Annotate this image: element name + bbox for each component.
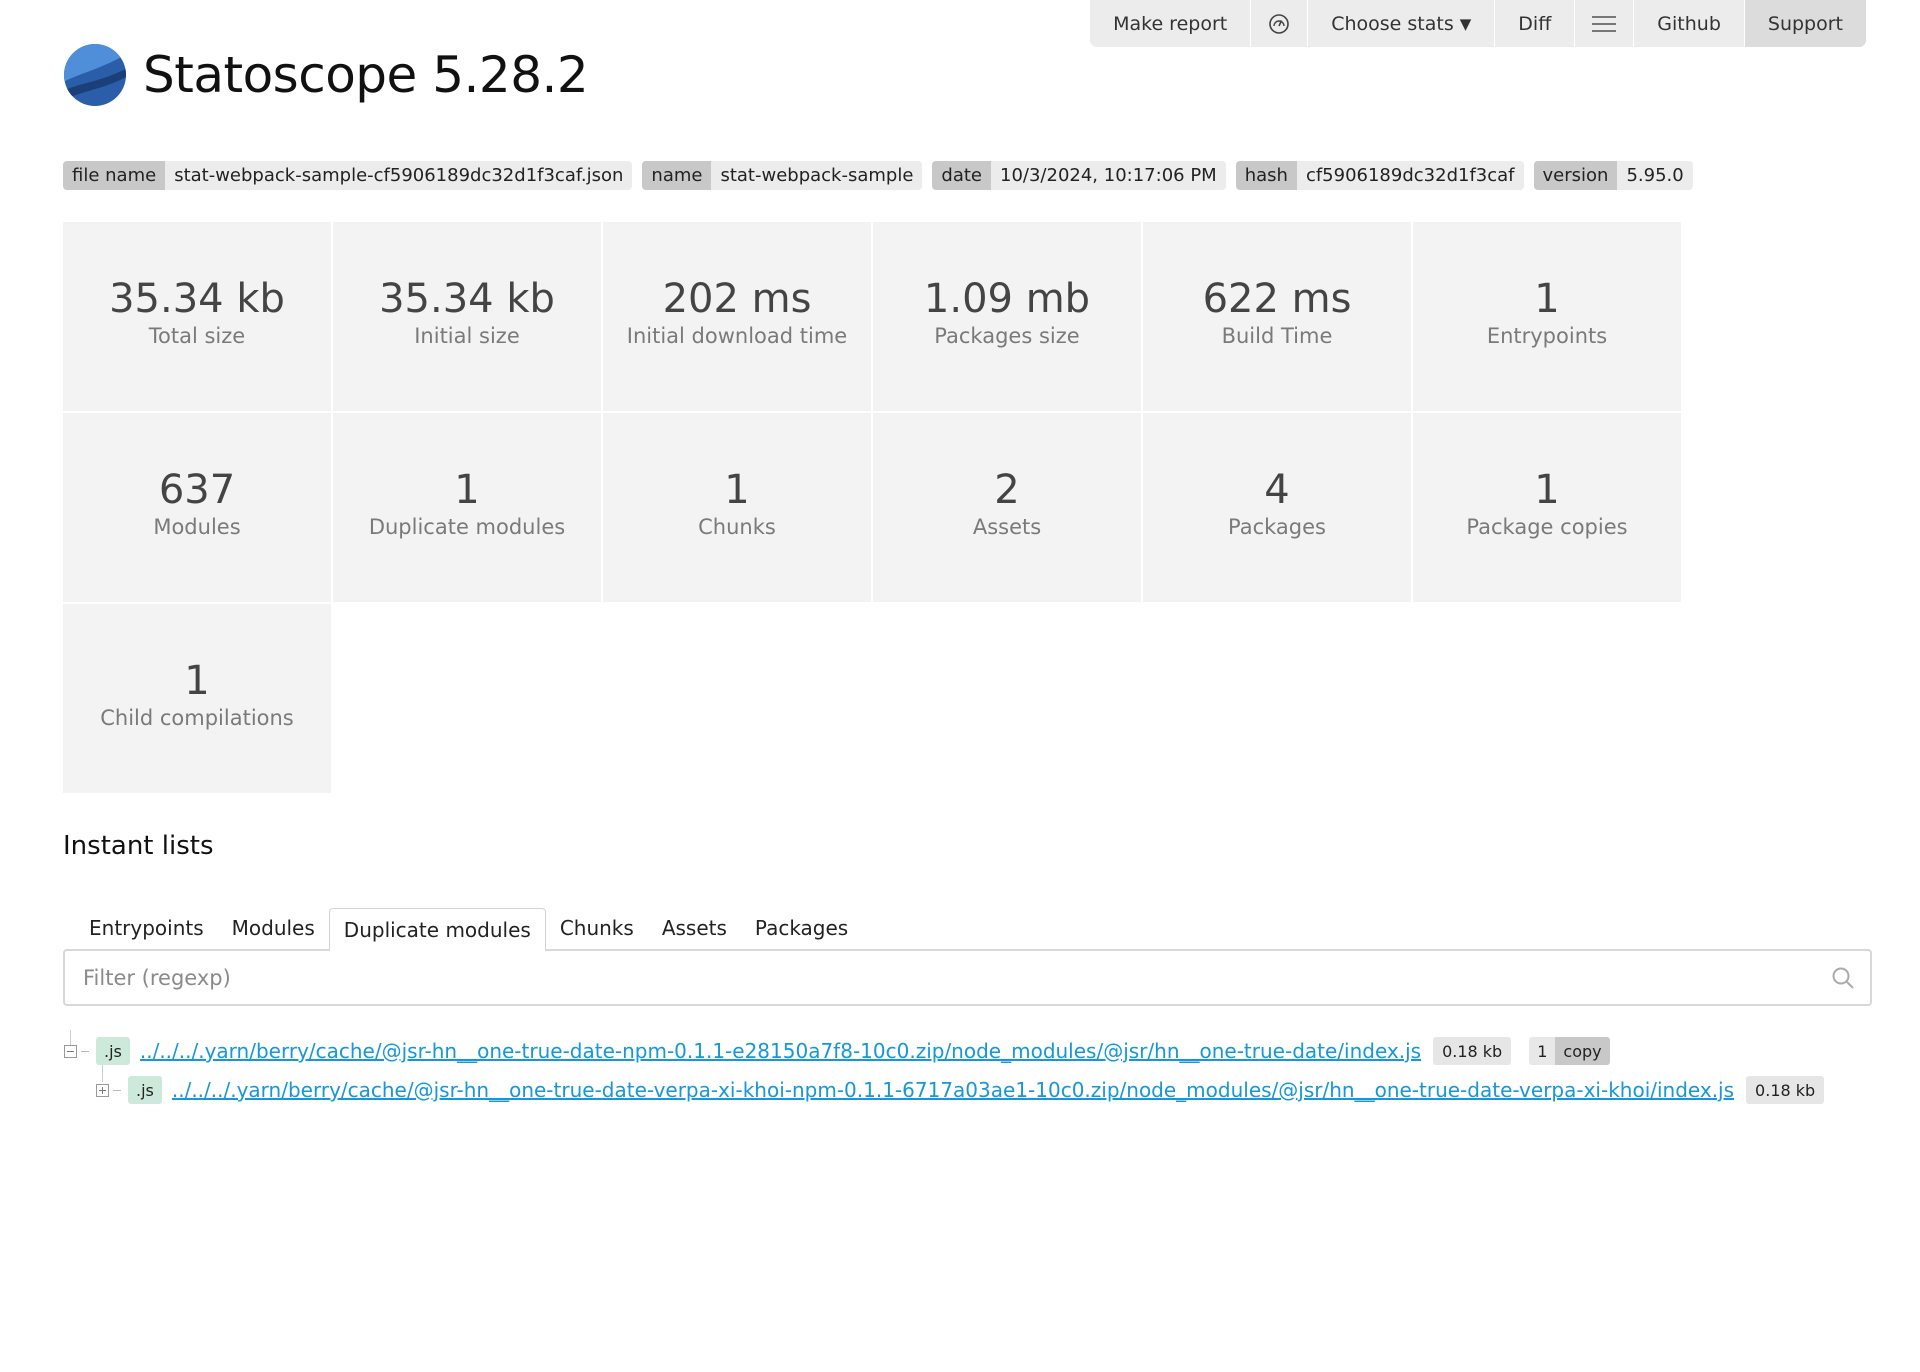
meta-badges: file name stat-webpack-sample-cf5906189d… [63, 161, 1693, 190]
size-badge: 0.18 kb [1746, 1076, 1825, 1104]
stat-label: Modules [153, 515, 241, 539]
diff-button[interactable]: Diff [1494, 0, 1574, 47]
choose-stats-button[interactable]: Choose stats ▼ [1307, 0, 1494, 47]
stat-value: 35.34 kb [109, 276, 285, 322]
stat-value: 35.34 kb [379, 276, 555, 322]
stat-value: 1 [1534, 467, 1560, 513]
page-title: Statoscope 5.28.2 [143, 46, 589, 104]
meta-value: stat-webpack-sample [711, 161, 923, 190]
stat-label: Initial size [414, 324, 520, 348]
tree-row: .js ../../../.yarn/berry/cache/@jsr-hn__… [64, 1036, 1610, 1066]
choose-stats-label: Choose stats [1331, 12, 1454, 35]
stat-label: Child compilations [100, 706, 294, 730]
stat-assets[interactable]: 2 Assets [873, 413, 1141, 602]
size-badge: 0.18 kb [1433, 1037, 1512, 1065]
meta-value: 5.95.0 [1617, 161, 1693, 190]
meta-key: version [1533, 161, 1618, 190]
copy-count: 1 [1529, 1037, 1556, 1065]
meta-value: cf5906189dc32d1f3caf [1296, 161, 1524, 190]
stat-label: Entrypoints [1486, 324, 1608, 348]
caret-down-icon: ▼ [1459, 14, 1472, 33]
top-nav: Make report Choose stats ▼ Diff Github S… [1090, 0, 1866, 47]
tree-row: .js ../../../.yarn/berry/cache/@jsr-hn__… [96, 1075, 1825, 1105]
stat-build-time[interactable]: 622 ms Build Time [1143, 222, 1411, 411]
stat-entrypoints[interactable]: 1 Entrypoints [1413, 222, 1681, 411]
stat-total-size[interactable]: 35.34 kb Total size [63, 222, 331, 411]
hamburger-icon [1592, 15, 1617, 32]
instant-lists-heading: Instant lists [63, 831, 214, 861]
meta-value: stat-webpack-sample-cf5906189dc32d1f3caf… [165, 161, 633, 190]
tab-entrypoints[interactable]: Entrypoints [75, 906, 218, 950]
stat-label: Assets [972, 515, 1042, 539]
stat-label: Duplicate modules [368, 515, 566, 539]
filter-input[interactable] [65, 951, 1830, 1004]
meta-badge-name: name stat-webpack-sample [642, 161, 923, 190]
stat-initial-download-time[interactable]: 202 ms Initial download time [603, 222, 871, 411]
tab-duplicate-modules[interactable]: Duplicate modules [328, 908, 546, 952]
stat-initial-size[interactable]: 35.34 kb Initial size [333, 222, 601, 411]
stat-package-copies[interactable]: 1 Package copies [1413, 413, 1681, 602]
filter-box [63, 949, 1872, 1006]
instant-lists-tabs: Entrypoints Modules Duplicate modules Ch… [75, 906, 862, 952]
page-header: Statoscope 5.28.2 [63, 43, 589, 107]
github-link[interactable]: Github [1633, 0, 1744, 47]
stat-value: 1.09 mb [923, 276, 1091, 322]
tab-packages[interactable]: Packages [741, 906, 862, 950]
stat-value: 4 [1264, 467, 1290, 513]
support-button[interactable]: Support [1743, 0, 1866, 47]
module-path-link[interactable]: ../../../.yarn/berry/cache/@jsr-hn__one-… [140, 1039, 1421, 1063]
make-report-button[interactable]: Make report [1090, 0, 1250, 47]
meta-badge-file-name: file name stat-webpack-sample-cf5906189d… [63, 161, 633, 190]
stat-label: Packages [1228, 515, 1326, 539]
meta-badge-date: date 10/3/2024, 10:17:06 PM [932, 161, 1226, 190]
gauge-icon [1269, 13, 1290, 34]
ext-badge: .js [128, 1076, 162, 1104]
stat-value: 1 [1534, 276, 1560, 322]
statoscope-logo-icon [64, 44, 126, 106]
tab-assets[interactable]: Assets [648, 906, 741, 950]
stat-value: 1 [454, 467, 480, 513]
menu-button[interactable] [1574, 0, 1633, 47]
ext-badge: .js [96, 1037, 130, 1065]
stat-value: 1 [184, 658, 210, 704]
stat-chunks[interactable]: 1 Chunks [603, 413, 871, 602]
stat-modules[interactable]: 637 Modules [63, 413, 331, 602]
meta-badge-hash: hash cf5906189dc32d1f3caf [1235, 161, 1524, 190]
copy-count-badge: 1 copy [1529, 1037, 1610, 1065]
telemetry-button[interactable] [1250, 0, 1307, 47]
stat-label: Chunks [698, 515, 776, 539]
meta-key: hash [1235, 161, 1297, 190]
expand-toggle-icon[interactable] [96, 1083, 109, 1097]
stat-value: 202 ms [662, 276, 812, 322]
module-path-link[interactable]: ../../../.yarn/berry/cache/@jsr-hn__one-… [172, 1078, 1734, 1102]
stat-value: 2 [994, 467, 1020, 513]
stat-packages[interactable]: 4 Packages [1143, 413, 1411, 602]
stat-packages-size[interactable]: 1.09 mb Packages size [873, 222, 1141, 411]
collapse-toggle-icon[interactable] [64, 1044, 77, 1058]
tab-modules[interactable]: Modules [218, 906, 329, 950]
stats-grid: 35.34 kb Total size 35.34 kb Initial size … [63, 222, 1681, 793]
tab-chunks[interactable]: Chunks [546, 906, 648, 950]
tree-connector [81, 1050, 89, 1052]
meta-key: file name [63, 161, 166, 190]
meta-badge-version: version 5.95.0 [1533, 161, 1693, 190]
meta-key: name [642, 161, 712, 190]
tree-connector [113, 1089, 121, 1091]
stat-label: Packages size [934, 324, 1080, 348]
stat-child-compilations[interactable]: 1 Child compilations [63, 604, 331, 793]
meta-value: 10/3/2024, 10:17:06 PM [991, 161, 1226, 190]
copy-label: copy [1555, 1037, 1610, 1065]
stat-label: Build Time [1221, 324, 1333, 348]
stat-duplicate-modules[interactable]: 1 Duplicate modules [333, 413, 601, 602]
stat-value: 622 ms [1202, 276, 1352, 322]
stat-label: Initial download time [626, 324, 848, 348]
stat-value: 637 [158, 467, 236, 513]
meta-key: date [932, 161, 992, 190]
search-icon [1832, 967, 1854, 989]
stat-label: Package copies [1466, 515, 1628, 539]
stat-value: 1 [724, 467, 750, 513]
stat-label: Total size [148, 324, 246, 348]
